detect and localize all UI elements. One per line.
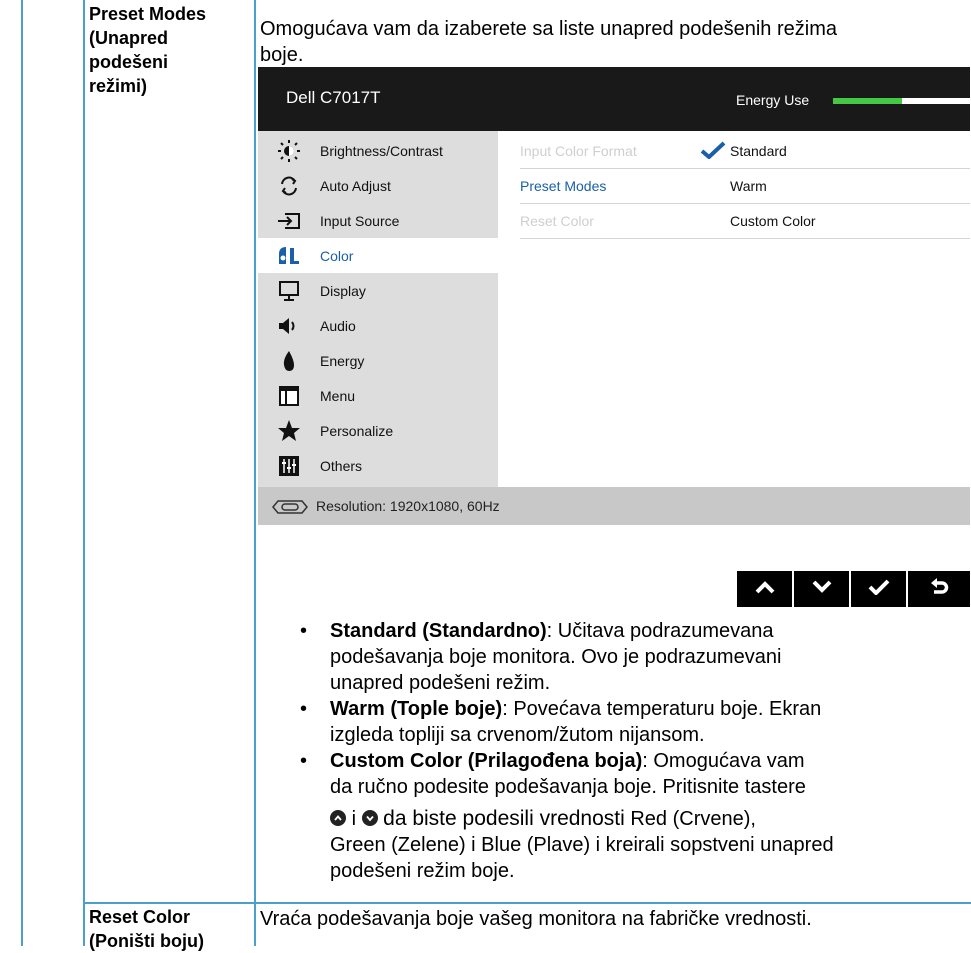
bullet-mark: •	[300, 750, 308, 772]
item-title: Warm (Tople boje)	[330, 698, 503, 720]
menu-label: Personalize	[320, 422, 394, 439]
submenu-row-preset-modes[interactable]: Preset Modes Warm	[520, 168, 970, 204]
item-title: Standard (Standardno)	[330, 620, 547, 642]
table-col-divider-1	[83, 0, 85, 946]
back-icon	[929, 577, 949, 602]
submenu-value: Custom Color	[730, 213, 816, 229]
menu-label: Others	[320, 457, 363, 474]
energy-use-meter	[833, 98, 970, 104]
nav-back-button[interactable]	[908, 571, 970, 607]
menu-item-others[interactable]: Others	[258, 448, 498, 483]
preset-modes-description: Omogućava vam da izaberete sa liste unap…	[260, 18, 837, 66]
nav-up-button[interactable]	[737, 571, 792, 607]
menu-label: Energy	[320, 352, 365, 369]
down-button-icon	[361, 810, 378, 826]
submenu-label: Input Color Format	[520, 143, 637, 159]
menu-label: Input Source	[320, 212, 400, 229]
table-row-divider	[83, 902, 971, 904]
down-icon	[811, 580, 833, 599]
submenu-label: Reset Color	[520, 213, 594, 229]
submenu-row-input-color-format[interactable]: Input Color Format Standard	[520, 133, 970, 169]
osd-submenu: Input Color Format Standard Preset Modes…	[498, 131, 970, 487]
check-icon	[700, 141, 726, 164]
preset-modes-list: • Standard (Standardno): Učitava podrazu…	[300, 618, 970, 884]
osd-menu: Dell C7017T Energy Use Brightness/Contra…	[258, 67, 970, 525]
bullet-mark: •	[300, 698, 308, 720]
energy-use-fill	[833, 98, 902, 104]
preset-modes-label: Preset Modes (Unapred podešeni režimi)	[89, 4, 207, 96]
menu-label: Auto Adjust	[320, 177, 391, 194]
list-item-warm: • Warm (Tople boje): Povećava temperatur…	[300, 698, 822, 746]
submenu-row-reset-color[interactable]: Reset Color Custom Color	[520, 203, 970, 239]
star-icon	[276, 418, 302, 444]
menu-item-personalize[interactable]: Personalize	[258, 413, 498, 448]
menu-item-auto-adjust[interactable]: Auto Adjust	[258, 168, 498, 203]
display-icon	[276, 278, 302, 304]
menu-label: Color	[320, 247, 354, 264]
color-icon	[276, 243, 302, 269]
bullet-mark: •	[300, 620, 308, 642]
submenu-value: Standard	[730, 143, 787, 159]
reset-color-description: Vraća podešavanja boje vašeg monitora na…	[260, 908, 812, 930]
menu-item-color[interactable]: Color	[258, 238, 498, 273]
menu-item-input-source[interactable]: Input Source	[258, 203, 498, 238]
auto-adjust-icon	[276, 173, 302, 199]
resolution-text: Resolution: 1920x1080, 60Hz	[316, 498, 500, 514]
menu-label: Brightness/Contrast	[320, 142, 443, 159]
audio-icon	[276, 313, 302, 339]
table-col-divider-2	[254, 0, 256, 946]
resolution-icon	[272, 500, 308, 519]
menu-label: Audio	[320, 317, 356, 334]
menu-label: Menu	[320, 387, 356, 404]
menu-item-audio[interactable]: Audio	[258, 308, 498, 343]
nav-check-button[interactable]	[851, 571, 906, 607]
submenu-value: Warm	[730, 178, 767, 194]
energy-use-label: Energy Use	[736, 92, 810, 108]
item-title: Custom Color (Prilagođena boja)	[330, 750, 643, 772]
menu-item-brightness-contrast[interactable]: Brightness/Contrast	[258, 133, 498, 168]
energy-icon	[276, 348, 302, 374]
menu-label: Display	[320, 282, 366, 299]
osd-footer: Resolution: 1920x1080, 60Hz	[258, 487, 970, 525]
others-icon	[276, 453, 302, 479]
osd-main-menu: Brightness/Contrast Auto Adjust Input So…	[258, 131, 498, 487]
menu-item-menu[interactable]: Menu	[258, 378, 498, 413]
osd-model-title: Dell C7017T	[286, 88, 381, 107]
list-item-standard: • Standard (Standardno): Učitava podrazu…	[300, 620, 782, 694]
osd-header: Dell C7017T Energy Use	[258, 67, 970, 131]
input-source-icon	[276, 208, 302, 234]
check-icon	[868, 579, 890, 600]
menu-icon	[276, 383, 302, 409]
menu-item-energy[interactable]: Energy	[258, 343, 498, 378]
brightness-icon	[276, 138, 302, 164]
table-left-border	[21, 0, 23, 946]
list-item-custom-color: • Custom Color (Prilagođena boja): Omogu…	[300, 750, 834, 882]
submenu-label: Preset Modes	[520, 178, 607, 194]
up-icon	[754, 580, 776, 599]
up-button-icon	[330, 810, 346, 826]
nav-down-button[interactable]	[794, 571, 849, 607]
menu-item-display[interactable]: Display	[258, 273, 498, 308]
